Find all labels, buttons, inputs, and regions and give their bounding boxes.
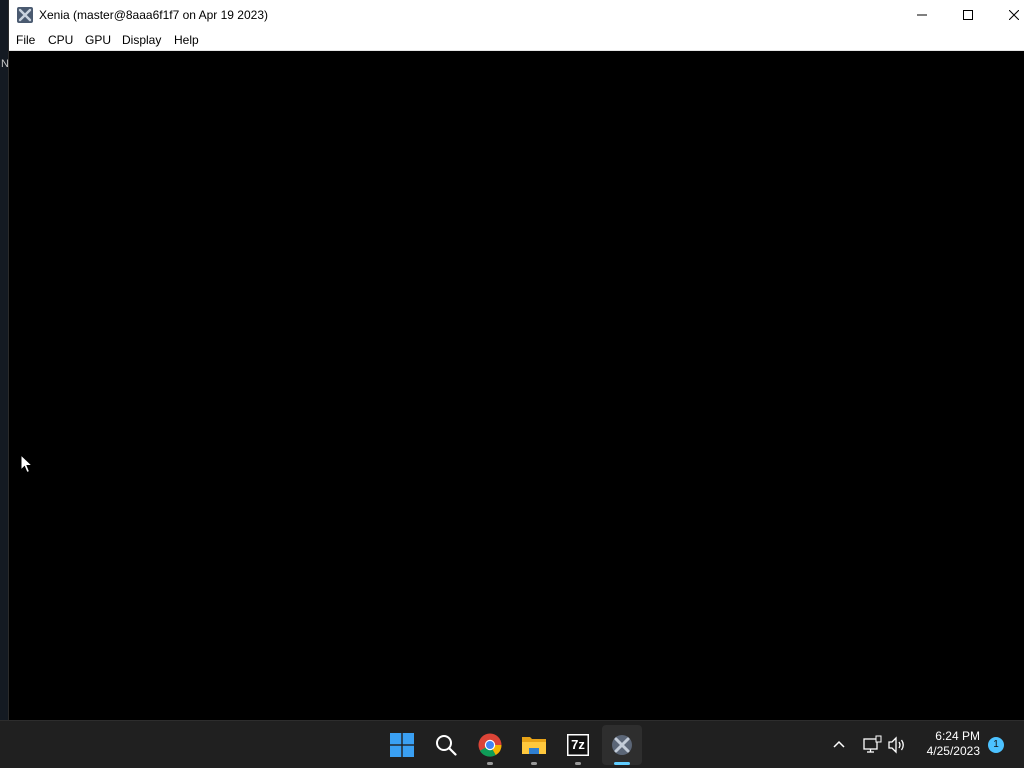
file-explorer-icon — [521, 734, 547, 756]
chevron-up-icon[interactable] — [832, 737, 846, 756]
chrome-icon — [478, 733, 502, 757]
taskbar-7zip[interactable]: 7z — [558, 725, 598, 765]
xenia-icon — [611, 734, 633, 756]
close-button[interactable] — [991, 0, 1024, 30]
clock-date: 4/25/2023 — [926, 744, 980, 758]
mouse-pointer-icon — [20, 453, 34, 474]
7zip-label: 7z — [571, 737, 585, 752]
maximize-button[interactable] — [945, 0, 991, 30]
xenia-icon — [17, 7, 33, 23]
menu-bar: File CPU GPU Display Help — [9, 30, 1024, 51]
taskbar-xenia[interactable] — [602, 725, 642, 765]
taskbar-chrome[interactable] — [470, 725, 510, 765]
window-title: Xenia (master@8aaa6f1f7 on Apr 19 2023) — [39, 8, 268, 22]
title-bar[interactable]: Xenia (master@8aaa6f1f7 on Apr 19 2023) — [9, 0, 1024, 30]
close-icon — [1009, 10, 1019, 20]
clock-time: 6:24 PM — [935, 729, 980, 743]
maximize-icon — [963, 10, 973, 20]
search-button[interactable] — [426, 725, 466, 765]
7zip-icon: 7z — [567, 734, 589, 756]
search-icon — [435, 734, 457, 756]
running-indicator — [487, 762, 493, 765]
taskbar: 7z 6:24 PM 4/25/2023 1 — [0, 720, 1024, 768]
windows-start-icon — [390, 733, 414, 757]
menu-file[interactable]: File — [16, 33, 35, 47]
emulator-display[interactable] — [9, 51, 1024, 720]
running-indicator — [575, 762, 581, 765]
menu-gpu[interactable]: GPU — [85, 33, 111, 47]
start-button[interactable] — [382, 725, 422, 765]
menu-help[interactable]: Help — [174, 33, 199, 47]
xenia-window: Xenia (master@8aaa6f1f7 on Apr 19 2023) … — [8, 0, 1024, 720]
taskbar-file-explorer[interactable] — [514, 725, 554, 765]
notification-badge[interactable]: 1 — [988, 737, 1004, 753]
menu-cpu[interactable]: CPU — [48, 33, 73, 47]
desktop-background: N — [0, 0, 9, 720]
minimize-button[interactable] — [899, 0, 945, 30]
minimize-icon — [917, 10, 927, 20]
menu-display[interactable]: Display — [122, 33, 161, 47]
network-icon[interactable] — [862, 735, 882, 760]
active-indicator — [614, 762, 630, 765]
running-indicator — [531, 762, 537, 765]
system-clock[interactable]: 6:24 PM 4/25/2023 — [910, 729, 980, 759]
volume-icon[interactable] — [887, 735, 907, 760]
